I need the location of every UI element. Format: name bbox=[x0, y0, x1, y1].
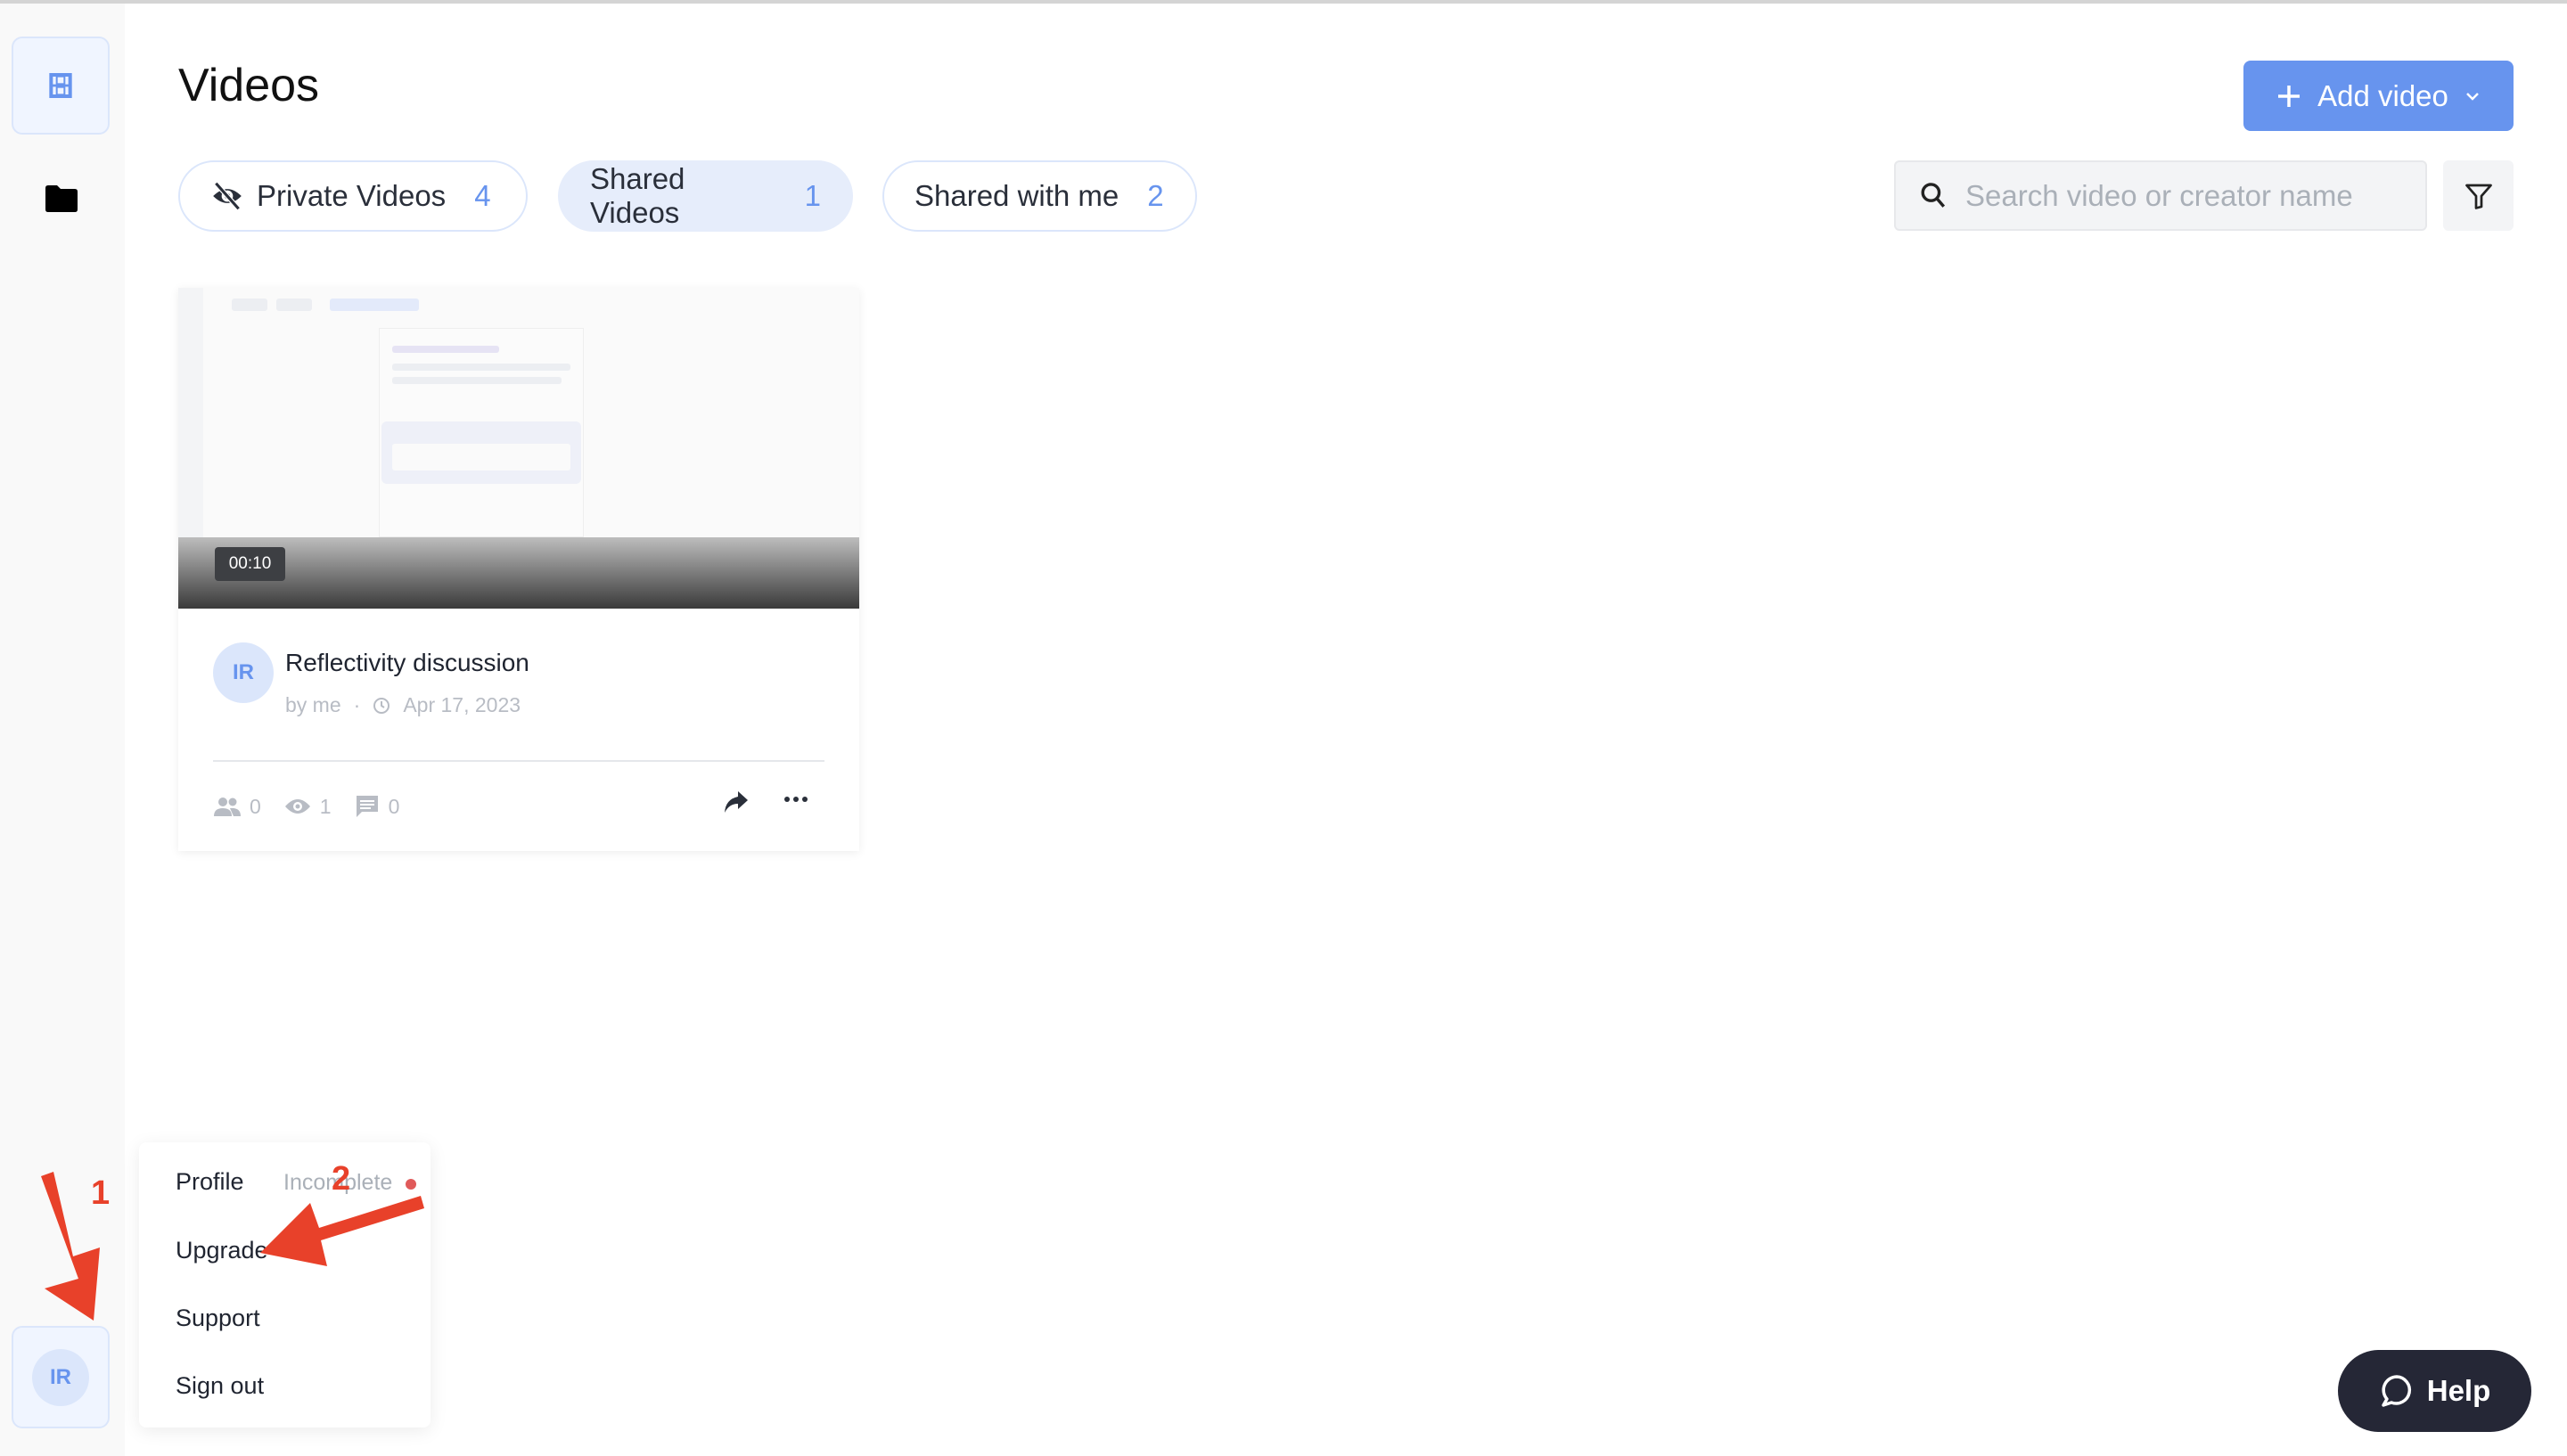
top-border bbox=[0, 0, 2567, 4]
comment-icon bbox=[356, 796, 378, 817]
filter-button[interactable] bbox=[2443, 160, 2514, 231]
shares-count: 0 bbox=[250, 794, 261, 818]
page-title: Videos bbox=[178, 60, 320, 111]
video-title[interactable]: Reflectivity discussion bbox=[285, 649, 529, 677]
more-options-icon[interactable] bbox=[783, 796, 808, 803]
annotation-arrows bbox=[41, 1172, 424, 1321]
comments-count: 0 bbox=[388, 794, 400, 818]
eye-icon bbox=[284, 799, 310, 814]
tab-count: 1 bbox=[804, 179, 821, 212]
tab-shared-videos[interactable]: Shared Videos 1 bbox=[558, 160, 853, 232]
tab-label: Shared Videos bbox=[590, 162, 685, 229]
plus-icon bbox=[2278, 85, 2300, 107]
chevron-down-icon bbox=[2466, 92, 2479, 101]
share-icon[interactable] bbox=[724, 790, 749, 814]
search-box[interactable] bbox=[1894, 160, 2427, 231]
duration-badge: 00:10 bbox=[215, 547, 285, 581]
video-stats: 0 1 0 bbox=[214, 794, 399, 819]
eye-off-icon bbox=[213, 181, 242, 211]
annotation-label-1: 1 bbox=[91, 1174, 111, 1212]
search-icon bbox=[1921, 182, 1946, 208]
menu-item-sign-out[interactable]: Sign out bbox=[176, 1372, 264, 1400]
help-label: Help bbox=[2426, 1374, 2491, 1407]
video-author: by me bbox=[285, 693, 341, 716]
tab-private-videos[interactable]: Private Videos 4 bbox=[178, 160, 528, 232]
annotation-label-2: 2 bbox=[332, 1160, 351, 1198]
add-video-button[interactable]: Add video bbox=[2243, 61, 2514, 131]
clock-icon bbox=[373, 697, 390, 714]
filter-icon bbox=[2464, 184, 2492, 209]
help-button[interactable]: Help bbox=[2338, 1350, 2531, 1432]
folder-icon[interactable] bbox=[45, 185, 78, 212]
search-input[interactable] bbox=[1965, 178, 2393, 213]
chat-bubble-icon bbox=[2381, 1375, 2411, 1407]
video-thumbnail[interactable]: 00:10 bbox=[178, 288, 859, 609]
video-meta: by me · Apr 17, 2023 bbox=[285, 693, 521, 717]
video-date: Apr 17, 2023 bbox=[403, 693, 521, 716]
meta-separator: · bbox=[353, 693, 361, 716]
arrow-2 bbox=[260, 1196, 424, 1266]
add-video-label: Add video bbox=[2317, 78, 2448, 112]
creator-avatar: IR bbox=[213, 642, 274, 703]
film-icon bbox=[49, 73, 72, 98]
tab-label: Shared with me bbox=[914, 179, 1119, 212]
views-count: 1 bbox=[319, 794, 332, 818]
card-divider bbox=[213, 760, 824, 762]
people-icon bbox=[214, 798, 241, 816]
user-avatar: IR bbox=[32, 1348, 89, 1406]
sidebar-videos-button[interactable] bbox=[12, 37, 110, 135]
tab-label: Private Videos bbox=[257, 179, 447, 212]
video-card[interactable]: 00:10 IR Reflectivity discussion by me ·… bbox=[178, 288, 859, 851]
tab-count: 4 bbox=[474, 179, 491, 212]
tab-shared-with-me[interactable]: Shared with me 2 bbox=[882, 160, 1197, 232]
tab-count: 2 bbox=[1147, 179, 1164, 212]
